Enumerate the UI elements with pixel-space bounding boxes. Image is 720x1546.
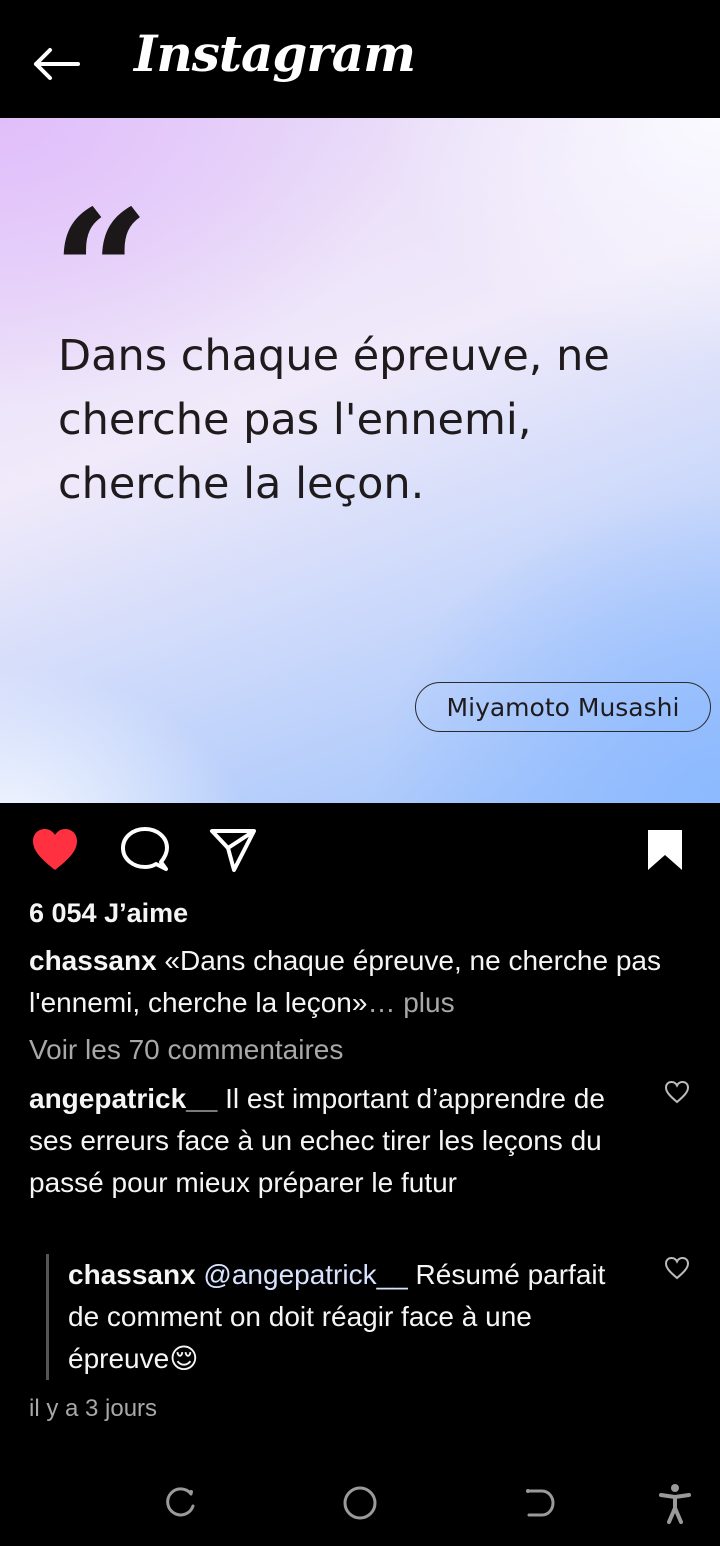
- comment-button[interactable]: [120, 825, 170, 875]
- home-circle-icon: [343, 1486, 377, 1520]
- system-nav-bar: [0, 1460, 720, 1546]
- system-back-button[interactable]: [515, 1478, 565, 1528]
- back-button[interactable]: [28, 40, 84, 88]
- system-back-icon: [526, 1489, 555, 1517]
- likes-count[interactable]: 6 054 J’aime: [29, 898, 188, 929]
- comment-username[interactable]: angepatrick__: [29, 1083, 217, 1114]
- reply-thread-line: [46, 1254, 49, 1380]
- caption-more-link[interactable]: plus: [403, 987, 454, 1018]
- like-button[interactable]: [30, 825, 80, 875]
- author-badge: Miyamoto Musashi: [415, 682, 711, 732]
- caption-username[interactable]: chassanx: [29, 945, 157, 976]
- recents-button[interactable]: [155, 1478, 205, 1528]
- comment-reply: chassanx @angepatrick__ Résumé parfait d…: [68, 1254, 638, 1380]
- reply-username[interactable]: chassanx: [68, 1259, 196, 1290]
- accessibility-icon: [659, 1484, 691, 1524]
- reply-like-button[interactable]: [664, 1256, 692, 1282]
- post-caption[interactable]: chassanx «Dans chaque épreuve, ne cherch…: [29, 940, 699, 1024]
- accessibility-button[interactable]: [650, 1478, 700, 1528]
- reply-mention[interactable]: @angepatrick__: [203, 1259, 407, 1290]
- comment-like-button[interactable]: [664, 1080, 692, 1106]
- relieved-face-emoji: 😌: [169, 1343, 199, 1374]
- comment: angepatrick__ Il est important d’apprend…: [29, 1078, 649, 1204]
- post-image[interactable]: “ Dans chaque épreuve, ne cherche pas l'…: [0, 118, 720, 803]
- recents-icon: [166, 1487, 195, 1517]
- save-button[interactable]: [640, 825, 690, 875]
- post-actions: [0, 803, 720, 893]
- arrow-left-icon: [34, 48, 80, 80]
- bookmark-filled-icon: [648, 830, 682, 870]
- share-button[interactable]: [208, 825, 258, 875]
- top-bar: Instagram: [0, 0, 720, 118]
- heart-outline-icon: [664, 1080, 690, 1104]
- home-button[interactable]: [335, 1478, 385, 1528]
- post-timestamp: il y a 3 jours: [29, 1395, 158, 1422]
- view-comments-link[interactable]: Voir les 70 commentaires: [29, 1034, 343, 1066]
- app-title: Instagram: [134, 24, 416, 83]
- comment-icon: [121, 827, 169, 871]
- caption-ellipsis: …: [367, 987, 396, 1018]
- send-icon: [210, 829, 256, 872]
- heart-filled-icon: [33, 829, 77, 870]
- heart-outline-icon: [664, 1256, 690, 1280]
- quote-text: Dans chaque épreuve, ne cherche pas l'en…: [58, 331, 610, 509]
